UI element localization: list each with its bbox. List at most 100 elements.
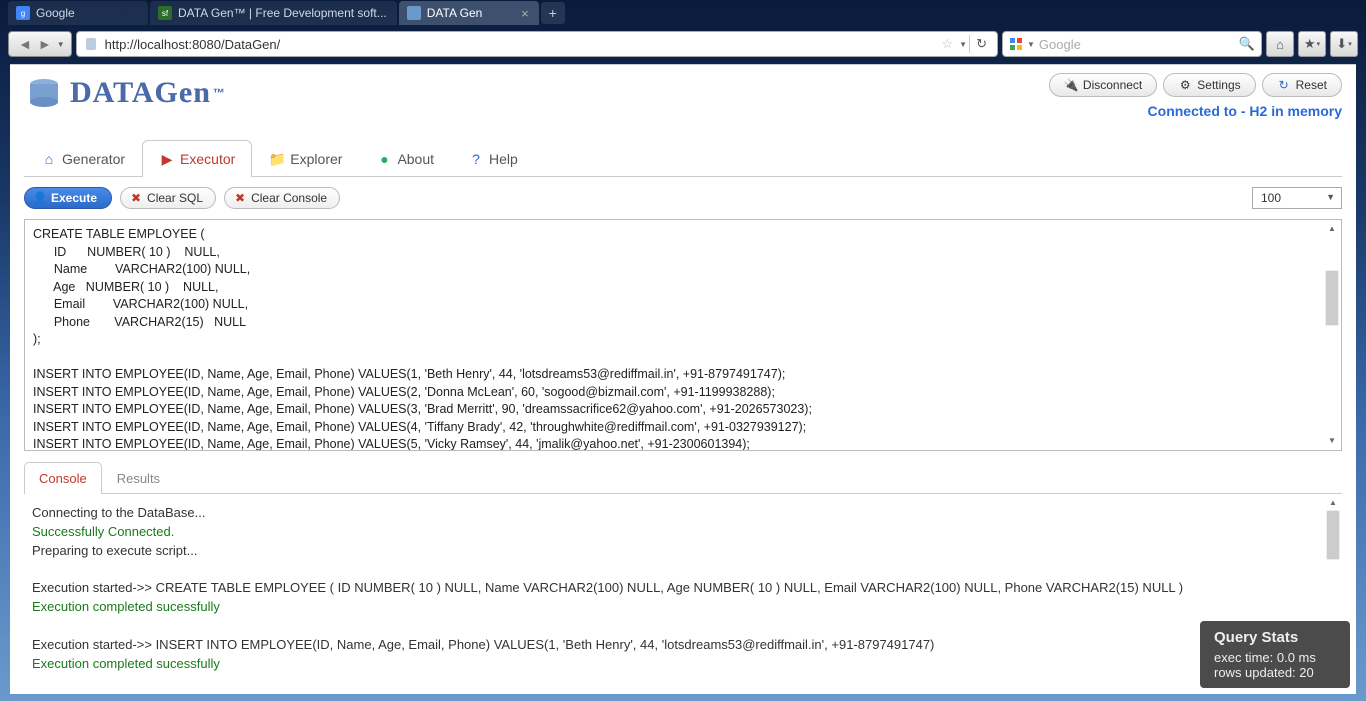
limit-value: 100 bbox=[1261, 191, 1281, 205]
result-tab-results[interactable]: Results bbox=[102, 462, 175, 494]
back-icon[interactable]: ◄ bbox=[15, 36, 35, 52]
reset-icon: ↻ bbox=[1277, 78, 1291, 92]
action-bar: 👤 Execute ✖ Clear SQL ✖ Clear Console 10… bbox=[10, 177, 1356, 219]
execute-button[interactable]: 👤 Execute bbox=[24, 187, 112, 209]
tab-label: DATA Gen bbox=[427, 6, 483, 20]
downloads-button[interactable]: ⬇▾ bbox=[1330, 31, 1358, 57]
reset-label: Reset bbox=[1296, 78, 1327, 92]
tab-about[interactable]: ● About bbox=[359, 140, 451, 177]
explorer-icon: 📁 bbox=[269, 151, 285, 167]
disconnect-icon: 🔌 bbox=[1064, 78, 1078, 92]
tab-favicon-icon bbox=[407, 6, 421, 20]
disconnect-button[interactable]: 🔌 Disconnect bbox=[1049, 73, 1157, 97]
clear-console-label: Clear Console bbox=[251, 191, 327, 205]
header-right: 🔌 Disconnect ⚙ Settings ↻ Reset Connecte… bbox=[1049, 73, 1342, 119]
logo-tm: ™ bbox=[213, 86, 225, 100]
execute-icon: 👤 bbox=[33, 191, 47, 205]
header-buttons: 🔌 Disconnect ⚙ Settings ↻ Reset bbox=[1049, 73, 1342, 97]
bookmarks-button[interactable]: ★▾ bbox=[1298, 31, 1326, 57]
result-tabs: ConsoleResults bbox=[24, 461, 1342, 494]
console-line: Successfully Connected. bbox=[32, 523, 1334, 542]
stats-exec-time: exec time: 0.0 ms bbox=[1214, 650, 1336, 665]
tab-favicon-icon: sf bbox=[158, 6, 172, 20]
clear-sql-label: Clear SQL bbox=[147, 191, 203, 205]
disconnect-label: Disconnect bbox=[1083, 78, 1142, 92]
home-button[interactable]: ⌂ bbox=[1266, 31, 1294, 57]
url-dropdown-icon[interactable]: ▼ bbox=[959, 40, 967, 49]
console-line: Connecting to the DataBase... bbox=[32, 504, 1334, 523]
app-container: DATAGen ™ 🔌 Disconnect ⚙ Settings ↻ Rese… bbox=[10, 64, 1356, 694]
clear-icon: ✖ bbox=[129, 191, 143, 205]
main-tabs: ⌂Generator ▶ Executor 📁 Explorer ● About? Help bbox=[24, 139, 1342, 177]
editor-scrollbar[interactable]: ▲▼ bbox=[1323, 222, 1339, 448]
gear-icon: ⚙ bbox=[1178, 78, 1192, 92]
console-line: Execution completed sucessfully bbox=[32, 598, 1334, 617]
tab-label: Generator bbox=[62, 151, 125, 167]
reset-button[interactable]: ↻ Reset bbox=[1262, 73, 1342, 97]
scroll-down-icon[interactable]: ▼ bbox=[1325, 434, 1339, 448]
clear-sql-button[interactable]: ✖ Clear SQL bbox=[120, 187, 216, 209]
app-header: DATAGen ™ 🔌 Disconnect ⚙ Settings ↻ Rese… bbox=[10, 65, 1356, 123]
connection-status: Connected to - H2 in memory bbox=[1049, 103, 1342, 119]
scroll-thumb[interactable] bbox=[1325, 270, 1339, 326]
nav-arrows: ◄ ► ▼ bbox=[8, 31, 72, 57]
tab-help[interactable]: ? Help bbox=[451, 140, 535, 177]
tab-label: Help bbox=[489, 151, 518, 167]
console-line: Execution completed sucessfully bbox=[32, 655, 1334, 674]
settings-label: Settings bbox=[1197, 78, 1240, 92]
sql-editor[interactable]: CREATE TABLE EMPLOYEE ( ID NUMBER( 10 ) … bbox=[24, 219, 1342, 451]
limit-select[interactable]: 100 bbox=[1252, 187, 1342, 209]
browser-tab-0[interactable]: g Google bbox=[8, 1, 148, 25]
browser-tabs: g Google sf DATA Gen™ | Free Development so… bbox=[0, 0, 1366, 26]
tab-label: Google bbox=[36, 6, 75, 20]
new-tab-button[interactable]: + bbox=[541, 2, 565, 24]
console-output: Connecting to the DataBase...Successfull… bbox=[24, 494, 1342, 684]
executor-icon: ▶ bbox=[159, 151, 175, 167]
result-tab-console[interactable]: Console bbox=[24, 462, 102, 494]
sql-content: CREATE TABLE EMPLOYEE ( ID NUMBER( 10 ) … bbox=[33, 227, 812, 451]
search-bar[interactable]: ▼ Google 🔍 bbox=[1002, 31, 1262, 57]
tab-label: Explorer bbox=[290, 151, 342, 167]
search-go-icon[interactable]: 🔍 bbox=[1239, 36, 1255, 52]
refresh-icon[interactable]: ↻ bbox=[972, 36, 991, 52]
browser-tab-1[interactable]: sf DATA Gen™ | Free Development soft... bbox=[150, 1, 397, 25]
tab-label: DATA Gen™ | Free Development soft... bbox=[178, 6, 387, 20]
clear-icon: ✖ bbox=[233, 191, 247, 205]
scroll-thumb[interactable] bbox=[1326, 510, 1340, 560]
close-icon[interactable]: × bbox=[515, 6, 529, 21]
google-search-icon bbox=[1009, 37, 1023, 51]
scroll-up-icon[interactable]: ▲ bbox=[1325, 222, 1339, 236]
search-dropdown-icon[interactable]: ▼ bbox=[1027, 40, 1035, 49]
console-line: Execution started->> INSERT INTO EMPLOYE… bbox=[32, 636, 1334, 655]
browser-tab-2[interactable]: DATA Gen × bbox=[399, 1, 539, 25]
help-icon: ? bbox=[468, 151, 484, 167]
execute-label: Execute bbox=[51, 191, 97, 205]
logo-text: DATAGen bbox=[70, 76, 211, 110]
search-placeholder: Google bbox=[1039, 37, 1081, 52]
settings-button[interactable]: ⚙ Settings bbox=[1163, 73, 1255, 97]
console-line: Preparing to execute script... bbox=[32, 542, 1334, 561]
url-text: http://localhost:8080/DataGen/ bbox=[105, 37, 281, 52]
history-dropdown-icon[interactable]: ▼ bbox=[57, 40, 65, 49]
console-line: Execution started->> CREATE TABLE EMPLOY… bbox=[32, 579, 1334, 598]
tab-executor[interactable]: ▶ Executor bbox=[142, 140, 252, 177]
page-favicon-icon bbox=[83, 36, 99, 52]
tab-label: Executor bbox=[180, 151, 235, 167]
about-icon: ● bbox=[376, 151, 392, 167]
tab-explorer[interactable]: 📁 Explorer bbox=[252, 140, 359, 177]
query-stats-panel: Query Stats exec time: 0.0 ms rows updat… bbox=[1200, 621, 1350, 688]
scroll-up-icon[interactable]: ▲ bbox=[1326, 496, 1340, 510]
console-line bbox=[32, 561, 1334, 580]
logo-icon bbox=[24, 73, 64, 113]
stats-rows: rows updated: 20 bbox=[1214, 665, 1336, 680]
stats-title: Query Stats bbox=[1214, 629, 1336, 646]
tab-generator[interactable]: ⌂Generator bbox=[24, 140, 142, 177]
tab-favicon-icon: g bbox=[16, 6, 30, 20]
separator bbox=[969, 35, 970, 53]
tab-label: About bbox=[397, 151, 434, 167]
browser-toolbar: ◄ ► ▼ http://localhost:8080/DataGen/ ☆ ▼… bbox=[0, 26, 1366, 62]
url-bar[interactable]: http://localhost:8080/DataGen/ ☆ ▼ ↻ bbox=[76, 31, 998, 57]
clear-console-button[interactable]: ✖ Clear Console bbox=[224, 187, 340, 209]
forward-icon[interactable]: ► bbox=[35, 36, 55, 52]
bookmark-star-icon[interactable]: ☆ bbox=[938, 36, 958, 52]
